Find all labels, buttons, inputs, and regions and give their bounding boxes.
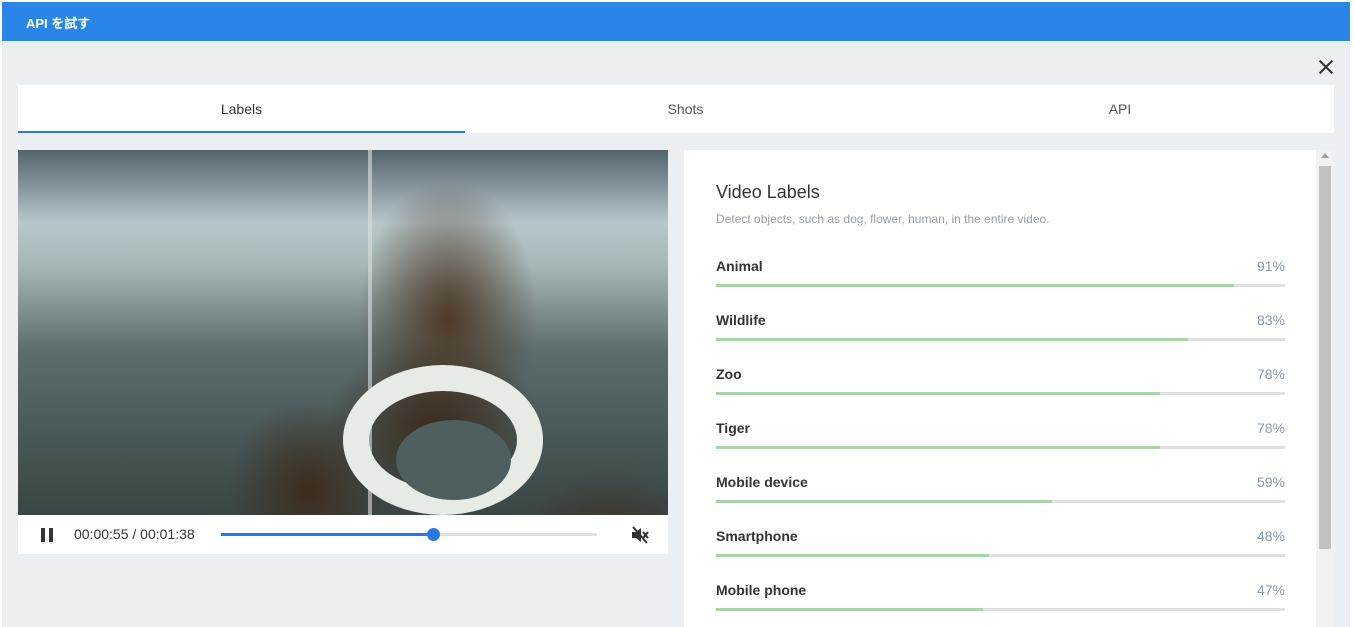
app-header: API を試す [2, 2, 1350, 41]
label-name: Mobile device [716, 474, 808, 490]
close-icon[interactable] [1315, 56, 1337, 78]
label-row-mobile-device: Mobile device 59% [716, 474, 1285, 528]
panel-scrollbar[interactable] [1316, 150, 1334, 627]
pause-icon[interactable] [40, 528, 54, 542]
tab-shots[interactable]: Shots [465, 85, 906, 133]
label-confidence: 78% [1256, 420, 1285, 436]
tab-bar: Labels Shots API [18, 85, 1334, 133]
label-name: Zoo [716, 366, 742, 382]
seek-bar[interactable] [221, 528, 597, 541]
label-name: Tiger [716, 420, 750, 436]
confidence-track [716, 392, 1285, 395]
tab-label: Labels [220, 101, 263, 117]
confidence-track [716, 608, 1285, 611]
confidence-bar [716, 608, 984, 611]
tab-labels[interactable]: Labels [18, 85, 465, 133]
label-row-tiger: Tiger 78% [716, 420, 1285, 474]
video-frame[interactable] [18, 150, 668, 515]
scroll-thumb[interactable] [1319, 166, 1331, 549]
confidence-bar [716, 392, 1160, 395]
panel-subtitle: Detect objects, such as dog, flower, hum… [716, 212, 1050, 226]
video-player: 00:00:55 / 00:01:38 [18, 150, 668, 554]
label-row-animal: Animal 91% [716, 258, 1285, 312]
label-row-wildlife: Wildlife 83% [716, 312, 1285, 366]
tab-api[interactable]: API [906, 85, 1334, 133]
label-confidence: 48% [1256, 528, 1285, 544]
confidence-track [716, 554, 1285, 557]
confidence-track [716, 338, 1285, 341]
confidence-bar [716, 284, 1234, 287]
confidence-track [716, 284, 1285, 287]
confidence-bar [716, 446, 1160, 449]
confidence-track [716, 446, 1285, 449]
label-name: Wildlife [716, 312, 766, 328]
time-display: 00:00:55 / 00:01:38 [74, 526, 195, 542]
video-ring-inner [396, 420, 511, 500]
player-controls: 00:00:55 / 00:01:38 [18, 515, 668, 554]
confidence-track [716, 500, 1285, 503]
panel-title: Video Labels [716, 182, 820, 202]
label-name: Mobile phone [716, 582, 807, 598]
confidence-bar [716, 554, 990, 557]
label-row-zoo: Zoo 78% [716, 366, 1285, 420]
label-row-mobile-phone: Mobile phone 47% [716, 582, 1285, 627]
seek-thumb[interactable] [426, 528, 440, 541]
label-confidence: 47% [1256, 582, 1285, 598]
tab-label: Shots [667, 101, 704, 117]
label-confidence: 59% [1256, 474, 1285, 490]
label-confidence: 83% [1256, 312, 1285, 328]
volume-mute-icon[interactable] [630, 525, 650, 545]
label-name: Smartphone [716, 528, 798, 544]
app-title: API を試す [26, 16, 91, 31]
label-name: Animal [716, 258, 763, 274]
scroll-up-icon[interactable] [1321, 153, 1329, 158]
label-list: Animal 91% Wildlife 83% Zoo 78% Tiger 78… [716, 258, 1285, 627]
try-api-dialog: Labels Shots API 00:00:55 / 00:01:38 Vid… [2, 41, 1350, 627]
confidence-bar [716, 338, 1189, 341]
video-labels-panel: Video Labels Detect objects, such as dog… [684, 150, 1334, 627]
seek-progress [221, 533, 433, 536]
label-confidence: 78% [1256, 366, 1285, 382]
confidence-bar [716, 500, 1052, 503]
tab-label: API [1108, 101, 1132, 117]
label-row-smartphone: Smartphone 48% [716, 528, 1285, 582]
label-confidence: 91% [1256, 258, 1285, 274]
